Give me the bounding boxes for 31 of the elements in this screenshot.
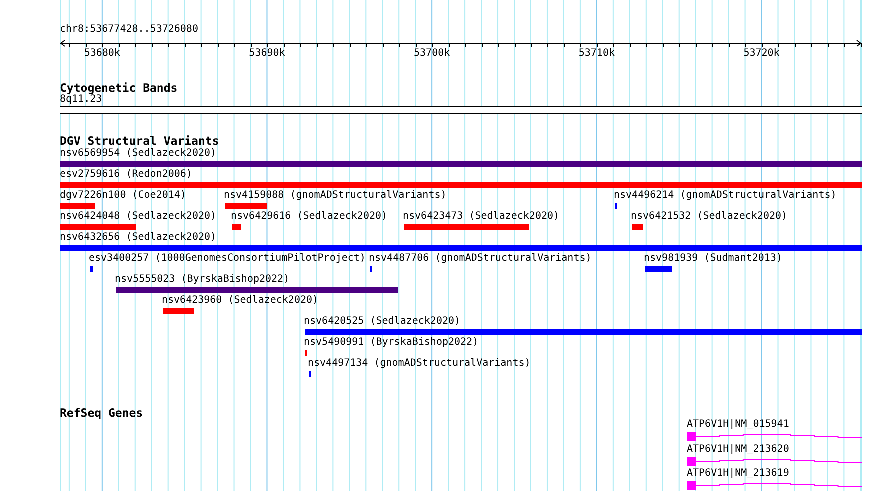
- variant-label: nsv6423960 (Sedlazeck2020): [162, 295, 319, 306]
- track-title: DGV Structural Variants: [60, 135, 220, 147]
- tick-label: 53720k: [744, 48, 780, 59]
- tick-label: 53690k: [249, 48, 286, 59]
- location-label: chr8:53677428..53726080: [60, 24, 198, 36]
- variant-label: nsv4159088 (gnomADStructuralVariants): [224, 190, 447, 201]
- variant-label: esv2759616 (Redon2006): [60, 169, 192, 180]
- variant-label: nsv4487706 (gnomADStructuralVariants): [369, 253, 592, 264]
- band-label: 8q11.23: [60, 94, 102, 106]
- variant-label: nsv6432656 (Sedlazeck2020): [60, 232, 217, 243]
- gene-label: ATP6V1H|NM_015941: [687, 419, 790, 431]
- variant-label: nsv6423473 (Sedlazeck2020): [403, 211, 560, 222]
- variant-label: nsv4496214 (gnomADStructuralVariants): [614, 190, 837, 201]
- track-title: Cytogenetic Bands: [60, 82, 178, 94]
- tick-label: 53710k: [578, 48, 615, 59]
- variant-label: nsv6420525 (Sedlazeck2020): [304, 316, 461, 327]
- variant-label: nsv5490991 (ByrskaBishop2022): [304, 337, 479, 348]
- variant-label: nsv6421532 (Sedlazeck2020): [631, 211, 788, 222]
- variant-label: nsv981939 (Sudmant2013): [644, 253, 782, 264]
- track-title: RefSeq Genes: [60, 407, 144, 419]
- gene-label: ATP6V1H|NM_213620: [687, 444, 790, 456]
- variant-label: nsv6424048 (Sedlazeck2020): [60, 211, 217, 222]
- tick-label: 53700k: [414, 48, 450, 59]
- variant-label: nsv5555023 (ByrskaBishop2022): [115, 274, 290, 285]
- variant-label: nsv6429616 (Sedlazeck2020): [231, 211, 388, 222]
- variant-label: esv3400257 (1000GenomesConsortiumPilotProject): [89, 253, 366, 264]
- tick-label: 53680k: [84, 48, 120, 59]
- gene-label: ATP6V1H|NM_213619: [687, 468, 790, 480]
- variant-label: nsv6569954 (Sedlazeck2020): [60, 148, 217, 159]
- variant-label: dgv7226n100 (Coe2014): [60, 190, 186, 201]
- variant-label: nsv4497134 (gnomADStructuralVariants): [308, 358, 531, 369]
